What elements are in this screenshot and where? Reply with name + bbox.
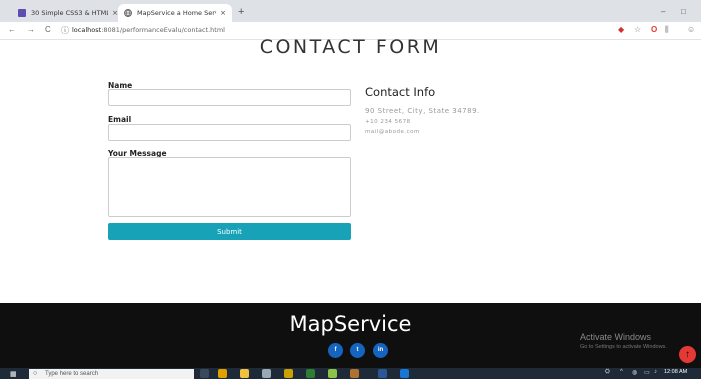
submit-button[interactable]: Submit — [108, 223, 351, 240]
new-tab-button[interactable]: + — [238, 6, 244, 18]
reload-icon[interactable]: C — [45, 25, 51, 34]
minimize-button[interactable]: – — [661, 7, 665, 16]
contact-email: mail@abode.com — [365, 129, 420, 135]
contact-address: 90 Street, City, State 34789. — [365, 107, 480, 115]
back-icon[interactable]: ← — [8, 25, 16, 34]
contact-info-heading: Contact Info — [365, 85, 436, 99]
extension-bars-icon[interactable]: ⫼ — [665, 25, 669, 35]
twitter-icon[interactable]: t — [350, 343, 365, 358]
search-icon: ○ — [33, 370, 38, 377]
task-view-icon[interactable] — [200, 369, 209, 378]
taskbar: ▦ ○ Type here to search ⛭ ^ ◍ ▭ ♪ 12:08 … — [0, 368, 701, 379]
people-icon[interactable]: ⛭ — [605, 369, 610, 376]
url-path: :8081/performanceEvalu/contact.html — [101, 26, 225, 34]
site-info-icon[interactable]: ⓘ — [61, 25, 69, 36]
page-title: CONTACT FORM — [259, 36, 442, 58]
linkedin-icon[interactable]: in — [373, 343, 388, 358]
profile-icon[interactable]: ☺ — [687, 25, 695, 34]
file-explorer-icon[interactable] — [240, 369, 249, 378]
browser-tab-bar: 30 Simple CSS3 & HTML Table Sty × MapSer… — [0, 0, 701, 22]
edge-icon[interactable] — [400, 369, 409, 378]
network-icon[interactable]: ◍ — [632, 369, 637, 376]
facebook-icon[interactable]: f — [328, 343, 343, 358]
taskbar-clock[interactable]: 12:08 AM — [664, 369, 687, 375]
message-field[interactable] — [108, 157, 351, 217]
email-field[interactable] — [108, 124, 351, 141]
url-field[interactable]: localhost:8081/performanceEvalu/contact.… — [72, 26, 225, 34]
app-icon[interactable] — [350, 369, 359, 378]
tab-title: 30 Simple CSS3 & HTML Table Sty — [31, 9, 109, 17]
windows-start-icon[interactable]: ▦ — [10, 370, 17, 378]
close-tab-icon[interactable]: × — [220, 9, 226, 17]
taskbar-search-placeholder: Type here to search — [45, 371, 99, 377]
activate-windows-title: Activate Windows — [580, 332, 652, 342]
battery-icon[interactable]: ▭ — [644, 369, 650, 376]
email-label: Email — [108, 115, 132, 124]
forward-icon[interactable]: → — [27, 25, 35, 34]
word-icon[interactable] — [378, 369, 387, 378]
tab-title: MapService a Home Service Cate — [137, 9, 216, 17]
footer: MapService f t in Activate Windows Go to… — [0, 303, 701, 368]
taskbar-search-box[interactable]: ○ Type here to search — [29, 369, 194, 379]
activate-windows-subtitle: Go to Settings to activate Windows. — [580, 344, 667, 350]
chrome-icon[interactable] — [218, 369, 227, 378]
extension-icon[interactable]: ◆ — [618, 25, 624, 34]
bookmark-star-icon[interactable]: ☆ — [634, 25, 641, 34]
scroll-to-top-button[interactable]: ↑ — [679, 346, 696, 363]
app-icon[interactable] — [328, 369, 337, 378]
store-icon[interactable] — [284, 369, 293, 378]
opera-icon[interactable]: O — [651, 25, 657, 34]
mail-icon[interactable] — [262, 369, 271, 378]
tray-chevron-icon[interactable]: ^ — [620, 369, 623, 375]
browser-tab-active[interactable]: MapService a Home Service Cate × — [118, 4, 232, 22]
contact-phone: +10 234 5678 — [365, 119, 411, 125]
globe-icon — [124, 9, 132, 17]
volume-icon[interactable]: ♪ — [654, 369, 657, 375]
url-host: localhost — [72, 26, 102, 34]
name-field[interactable] — [108, 89, 351, 106]
browser-tab[interactable]: 30 Simple CSS3 & HTML Table Sty × — [12, 4, 124, 22]
maximize-button[interactable]: □ — [681, 7, 686, 16]
app-icon[interactable] — [306, 369, 315, 378]
tab-favicon-icon — [18, 9, 26, 17]
